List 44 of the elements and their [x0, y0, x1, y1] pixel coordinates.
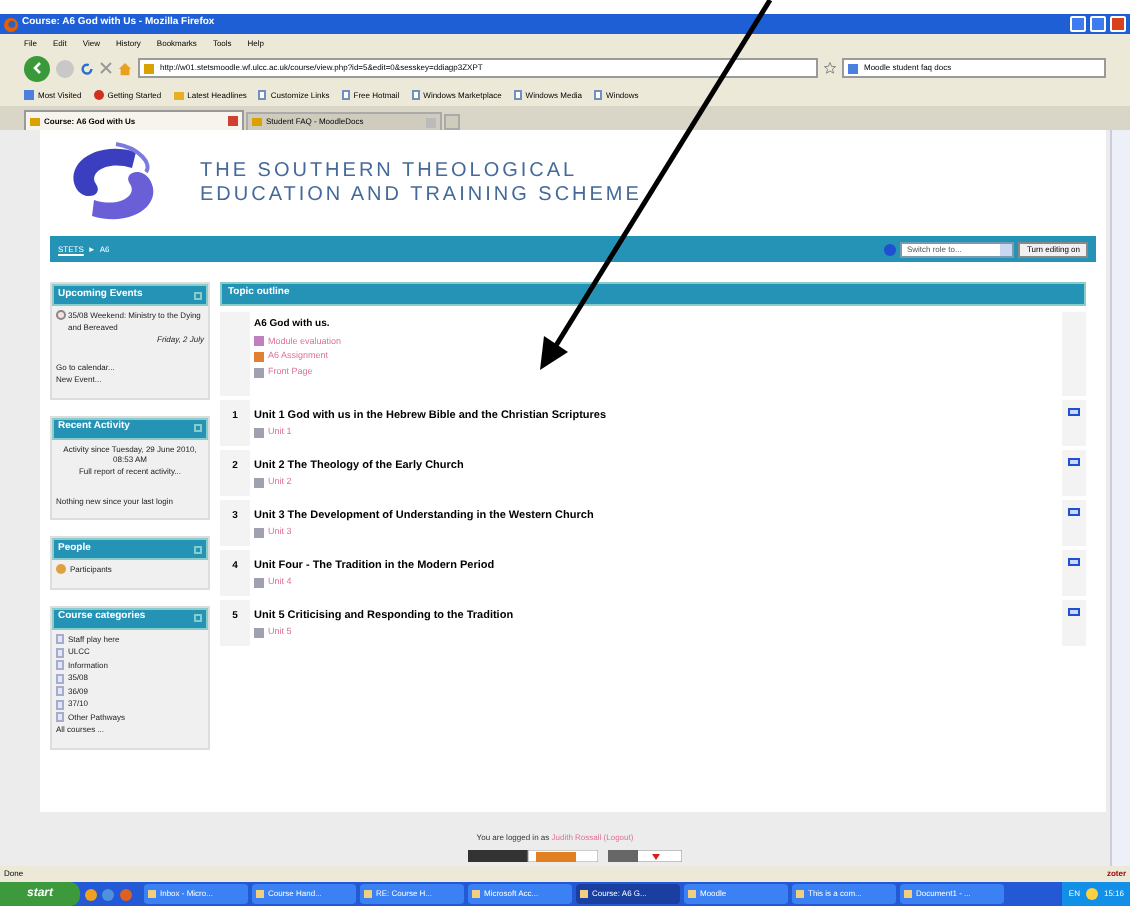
- quiz-icon: [254, 336, 264, 347]
- minimize-button[interactable]: [1070, 16, 1086, 32]
- bookmark-icon: [341, 90, 350, 100]
- maximize-button[interactable]: [1090, 16, 1106, 32]
- document-icon: [254, 578, 264, 589]
- bookmark-icon: [24, 90, 34, 100]
- document-icon: [254, 478, 264, 489]
- tray-icon[interactable]: [1085, 888, 1098, 900]
- document-icon: [254, 428, 264, 439]
- show-section-icon[interactable]: [1068, 608, 1080, 616]
- site-subtitle: EDUCATION AND TRAINING SCHEME: [200, 183, 642, 207]
- bookmark-icon: [93, 90, 104, 100]
- document-icon: [254, 367, 264, 378]
- bookmark-icon: [513, 90, 522, 100]
- close-button[interactable]: [1110, 16, 1126, 32]
- badge-icon: [608, 850, 682, 862]
- bookmark-icon: [411, 90, 420, 100]
- document-icon: [254, 628, 264, 639]
- collapse-icon[interactable]: [194, 614, 202, 622]
- show-section-icon[interactable]: [1068, 558, 1080, 566]
- site-title: THE SOUTHERN THEOLOGICAL: [200, 159, 580, 183]
- calendar-icon: [56, 310, 66, 320]
- scrollbar[interactable]: [1110, 130, 1130, 866]
- people-icon: [56, 564, 66, 575]
- show-section-icon[interactable]: [1068, 458, 1080, 466]
- show-section-icon[interactable]: [1068, 508, 1080, 516]
- help-icon[interactable]: [884, 243, 897, 255]
- collapse-icon[interactable]: [194, 545, 202, 553]
- star-icon[interactable]: [824, 62, 836, 74]
- show-section-icon[interactable]: [1068, 408, 1080, 416]
- badge-icon: [468, 850, 598, 862]
- reload-icon[interactable]: [80, 61, 94, 75]
- stop-icon[interactable]: [100, 62, 112, 74]
- bookmark-icon: [594, 90, 603, 100]
- collapse-icon[interactable]: [194, 291, 202, 299]
- collapse-icon[interactable]: [194, 424, 202, 432]
- back-button[interactable]: [24, 55, 50, 81]
- home-icon[interactable]: [118, 61, 132, 75]
- bookmark-icon: [258, 90, 267, 100]
- bookmark-icon: [173, 91, 184, 99]
- document-icon: [254, 528, 264, 539]
- assignment-icon: [254, 352, 264, 363]
- firefox-icon: [4, 17, 18, 31]
- new-tab-button[interactable]: [444, 114, 460, 130]
